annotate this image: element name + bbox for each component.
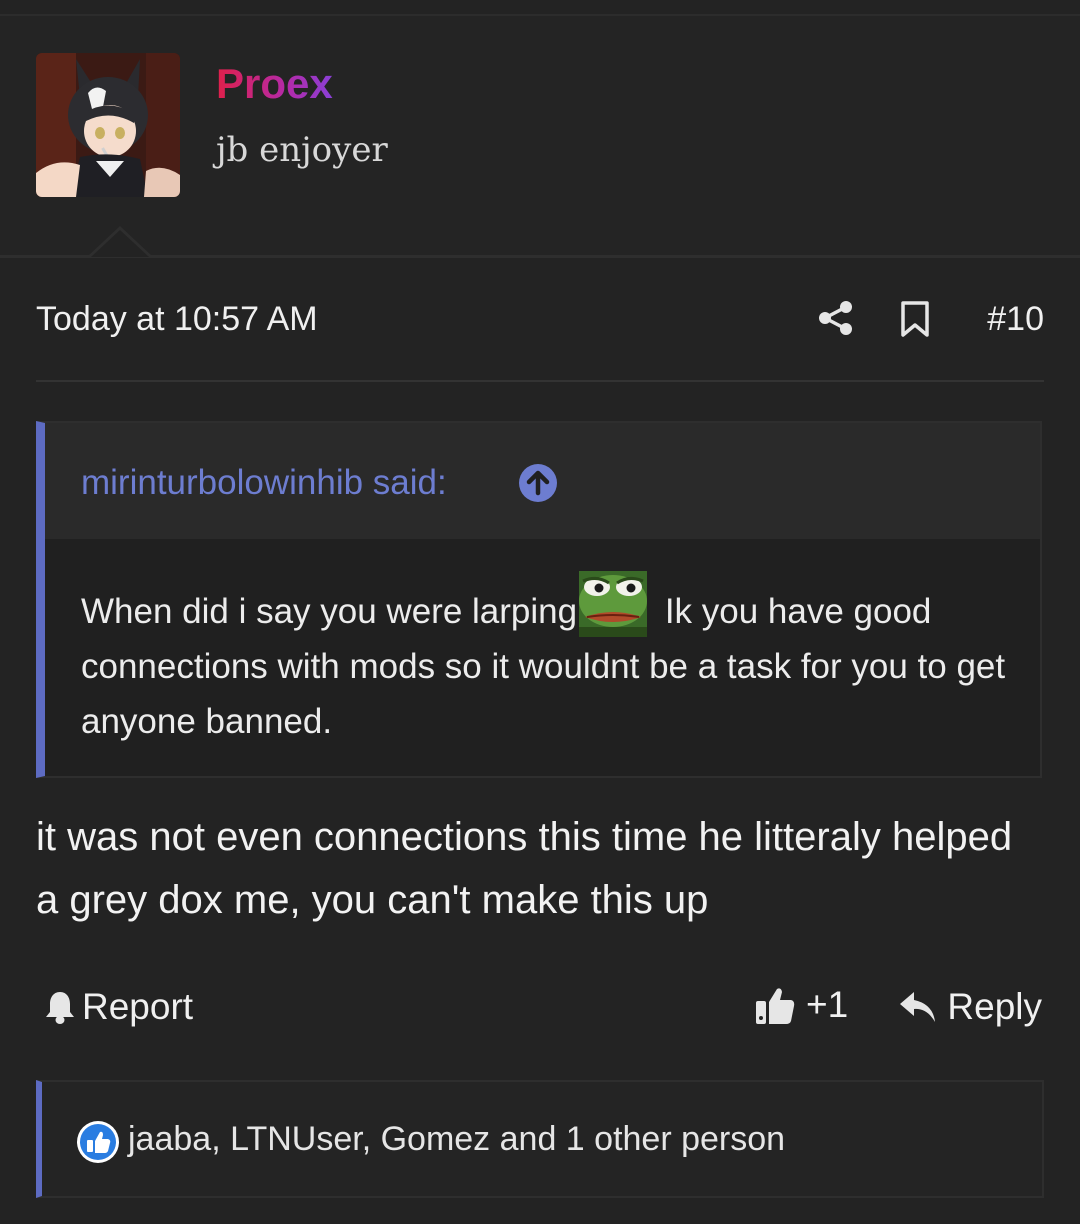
quote-text-start: When did i say you were larping <box>81 592 578 631</box>
reactions-text[interactable]: jaaba, LTNUser, Gomez and 1 other person <box>128 1120 785 1159</box>
header-pointer-inner <box>91 230 149 257</box>
post-body: it was not even connections this time he… <box>36 815 1013 922</box>
reply-icon <box>900 992 936 1022</box>
report-label: Report <box>82 986 194 1027</box>
post-actions: Report +1 Reply <box>36 978 1044 1034</box>
bookmark-icon[interactable] <box>898 300 932 338</box>
username[interactable]: Proex <box>216 60 333 108</box>
reply-button[interactable]: Reply <box>899 982 1042 1032</box>
meta-divider <box>36 380 1044 382</box>
like-reaction-icon <box>77 1121 119 1163</box>
share-icon[interactable] <box>816 298 856 338</box>
quote-block: mirinturbolowinhib said: When did i say … <box>36 421 1042 778</box>
reactions-bar[interactable]: jaaba, LTNUser, Gomez and 1 other person <box>36 1080 1044 1198</box>
quote-author[interactable]: mirinturbolowinhib said: <box>81 463 447 503</box>
post-timestamp[interactable]: Today at 10:57 AM <box>36 300 318 339</box>
jump-to-quote-icon[interactable] <box>518 463 558 503</box>
bell-icon <box>46 992 74 1024</box>
reply-label: Reply <box>947 986 1042 1027</box>
header-divider <box>0 255 1080 258</box>
avatar[interactable] <box>36 53 180 197</box>
like-button[interactable]: +1 <box>754 980 848 1030</box>
quote-body: When did i say you were larping Ik you h… <box>81 571 1021 749</box>
quote-header: mirinturbolowinhib said: <box>45 423 1040 539</box>
post-meta-row: Today at 10:57 AM #10 <box>36 294 1044 344</box>
like-count: +1 <box>806 984 849 1025</box>
thumbs-up-icon <box>756 988 795 1024</box>
user-title: jb enjoyer <box>216 130 388 170</box>
pepe-emoji-icon <box>579 571 648 637</box>
avatar-image <box>36 53 180 197</box>
post-number[interactable]: #10 <box>987 300 1044 339</box>
report-button[interactable]: Report <box>44 982 193 1032</box>
